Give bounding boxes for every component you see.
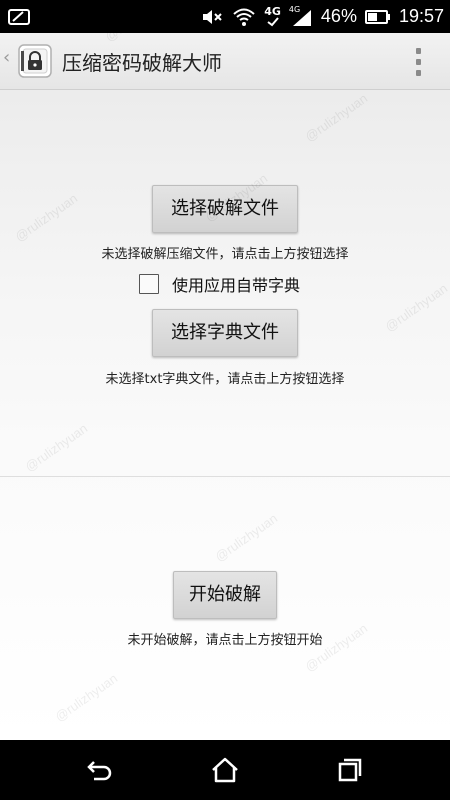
builtin-dictionary-checkbox-row[interactable]: 使用应用自带字典 [139, 272, 300, 296]
up-chevron-icon[interactable]: ‹ [3, 47, 10, 68]
select-archive-button[interactable]: 选择破解文件 [152, 185, 298, 233]
recent-apps-icon[interactable] [334, 754, 366, 786]
start-hint: 未开始破解，请点击上方按钮开始 [127, 633, 323, 648]
home-nav-icon[interactable] [209, 754, 241, 786]
battery-icon [364, 9, 390, 24]
check-icon [266, 16, 279, 26]
dictionary-hint: 未选择txt字典文件，请点击上方按钮选择 [105, 372, 345, 387]
navigation-bar [0, 740, 450, 800]
action-bar: ‹ 压缩密码破解大师 [0, 33, 450, 90]
screen-mirror-icon [8, 8, 30, 30]
select-dictionary-button[interactable]: 选择字典文件 [152, 309, 298, 357]
divider [0, 476, 450, 477]
overflow-menu-icon[interactable] [412, 48, 424, 76]
clock: 19:57 [398, 6, 444, 26]
main-content: 选择破解文件 未选择破解压缩文件，请点击上方按钮选择 使用应用自带字典 选择字典… [0, 90, 450, 740]
app-title: 压缩密码破解大师 [62, 51, 222, 75]
archive-hint: 未选择破解压缩文件，请点击上方按钮选择 [101, 247, 349, 262]
battery-percent: 46% [320, 6, 357, 26]
network-4g: 4G [264, 4, 281, 27]
wifi-icon [233, 8, 255, 26]
status-icons: 4G 4G 46% 19:57 [200, 0, 444, 33]
status-bar: 4G 4G 46% 19:57 [0, 0, 450, 33]
signal-icon: 4G [289, 5, 313, 27]
app-icon[interactable] [16, 41, 56, 81]
volume-mute-icon [203, 9, 222, 24]
network-label: 4G [264, 4, 281, 18]
builtin-dictionary-checkbox[interactable] [139, 274, 159, 294]
builtin-dictionary-label[interactable]: 使用应用自带字典 [172, 272, 300, 296]
back-nav-icon[interactable] [84, 754, 116, 786]
start-crack-button[interactable]: 开始破解 [173, 571, 277, 619]
